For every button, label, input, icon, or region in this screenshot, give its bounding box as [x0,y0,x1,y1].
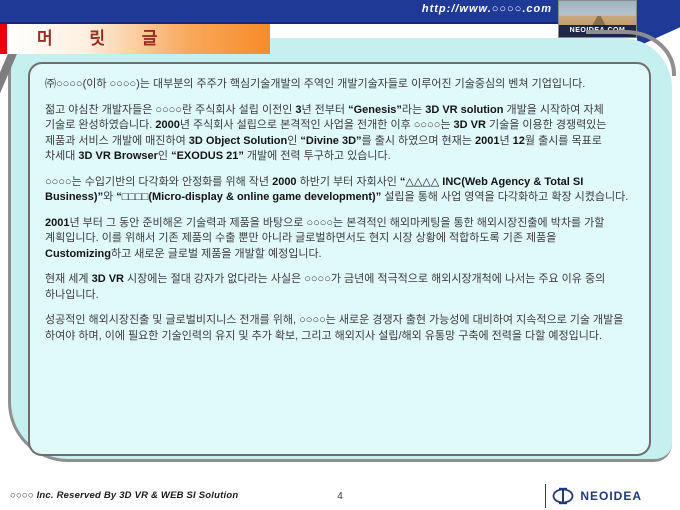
paragraph: 2001년 부터 그 동안 준비해온 기술력과 제품을 바탕으로 ○○○○는 본… [45,216,605,260]
logo-text: NEOIDEA [580,489,642,503]
paragraph: ○○○○는 수입기반의 다각화와 안정화를 위해 작년 2000 하반기 부터 … [45,175,629,204]
footer: ○○○○ Inc. Reserved By 3D VR & WEB SI Sol… [0,482,680,510]
paragraph: 젊고 야심찬 개발자들은 ○○○○란 주식회사 설립 이전인 3년 전부터 “G… [45,103,607,163]
website-url: http://www.○○○○.com [421,3,552,15]
presentation-slide: http://www.○○○○.com NEOIDEA.COM 머 릿 글 ㈜○… [0,0,680,510]
body-text-box: ㈜○○○○(이하 ○○○○)는 대부분의 주주가 핵심기술개발의 주역인 개발기… [28,62,651,456]
paragraph: 현재 세계 3D VR 시장에는 절대 강자가 없다라는 사실은 ○○○○가 금… [45,273,606,301]
paragraph: 성공적인 해외시장진출 및 글로벌비지니스 전개를 위해, ○○○○는 새로운 … [45,314,624,342]
logo-separator-line [545,484,547,508]
neoidea-logo-icon [552,487,574,505]
title-box: 머 릿 글 [7,24,270,54]
red-stripe-decoration [0,24,7,54]
page-title: 머 릿 글 [37,29,174,48]
neoidea-logo: NEOIDEA [545,484,642,508]
paragraph: ㈜○○○○(이하 ○○○○)는 대부분의 주주가 핵심기술개발의 주역인 개발기… [45,78,586,90]
